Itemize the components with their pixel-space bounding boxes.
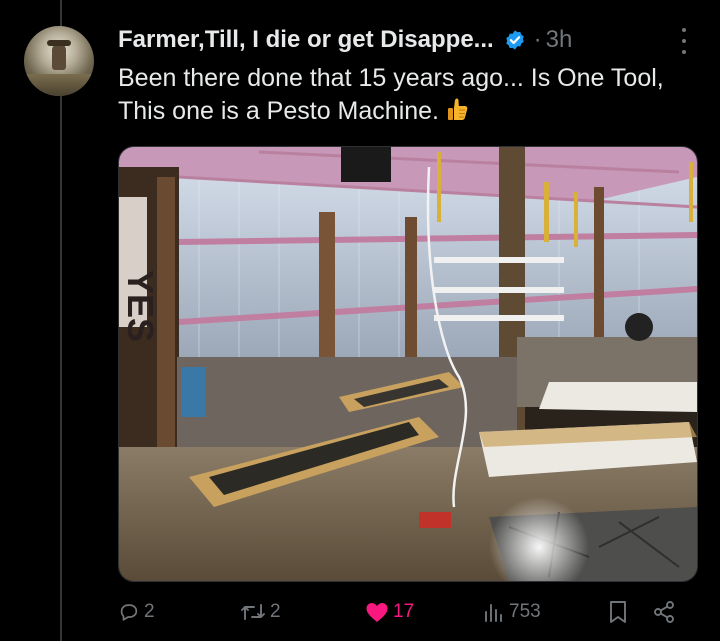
views-button[interactable]: 753 (483, 596, 541, 628)
reply-button[interactable]: 2 (118, 596, 155, 628)
avatar-hat (47, 40, 71, 46)
avatar-ground (24, 74, 94, 96)
greenhouse-photo: YES (119, 147, 697, 581)
reply-count: 2 (144, 601, 155, 622)
view-count: 753 (509, 601, 541, 622)
share-button[interactable] (652, 596, 676, 628)
like-count: 17 (393, 601, 415, 622)
reply-icon (120, 604, 138, 621)
heart-icon (366, 603, 388, 622)
share-icon (654, 601, 674, 623)
tweet-text: Been there done that 15 years ago... Is … (118, 62, 688, 128)
timestamp[interactable]: 3h (546, 26, 573, 54)
separator-dot: · (533, 26, 542, 53)
author-name[interactable]: Farmer,Till, I die or get Disappe... (118, 26, 494, 54)
verified-badge-icon (505, 30, 524, 50)
thumbs-up-icon (447, 98, 468, 120)
tweet-header: Farmer,Till, I die or get Disappe... · 3… (118, 22, 572, 58)
repost-icon (241, 604, 265, 620)
avatar-figure (52, 44, 66, 70)
more-options-icon[interactable] (674, 28, 694, 54)
bookmark-icon (610, 601, 626, 623)
bar-chart-icon (485, 604, 502, 622)
thread-line (60, 0, 62, 641)
repost-count: 2 (270, 601, 281, 622)
media-image[interactable]: YES (118, 146, 698, 582)
action-bar: 2 2 17 753 (118, 596, 698, 628)
tweet-body: Been there done that 15 years ago... Is … (118, 64, 664, 125)
repost-button[interactable]: 2 (240, 596, 281, 628)
avatar[interactable] (24, 26, 94, 96)
bookmark-button[interactable] (608, 596, 628, 628)
like-button[interactable]: 17 (365, 596, 414, 628)
sign-text: YES (120, 270, 161, 342)
